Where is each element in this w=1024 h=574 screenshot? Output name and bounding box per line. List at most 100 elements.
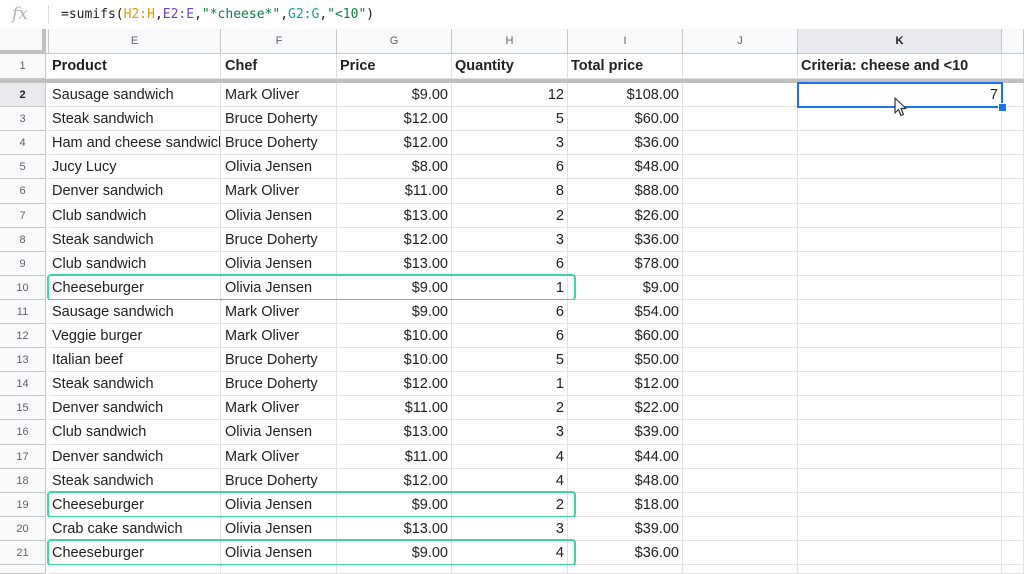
row-header-16[interactable]: 16 bbox=[0, 420, 46, 445]
cell-k[interactable] bbox=[798, 155, 1002, 179]
column-header-k[interactable]: K bbox=[798, 29, 1002, 54]
cell-total[interactable]: $88.00 bbox=[568, 179, 683, 204]
cell-k[interactable] bbox=[798, 179, 1002, 204]
row-header-13[interactable]: 13 bbox=[0, 348, 46, 372]
cell-chef[interactable]: Olivia Jensen bbox=[222, 204, 337, 228]
cell-chef[interactable]: Bruce Doherty bbox=[222, 228, 337, 252]
cell-k[interactable] bbox=[798, 372, 1002, 396]
cell-j[interactable] bbox=[683, 445, 798, 469]
header-cell-chef[interactable]: Chef bbox=[222, 54, 337, 79]
cell-qty[interactable]: 3 bbox=[452, 131, 568, 155]
header-cell-price[interactable]: Price bbox=[337, 54, 452, 79]
column-header-h[interactable]: H bbox=[452, 29, 568, 54]
cell-product[interactable]: Club sandwich bbox=[49, 420, 221, 445]
cell-total[interactable]: $54.00 bbox=[568, 300, 683, 324]
cell-price[interactable]: $13.00 bbox=[337, 204, 452, 228]
cell-chef[interactable]: Bruce Doherty bbox=[222, 348, 337, 372]
cell-total[interactable]: $48.00 bbox=[568, 469, 683, 493]
cell-k[interactable] bbox=[798, 300, 1002, 324]
row-header-19[interactable]: 19 bbox=[0, 493, 46, 517]
row-header-20[interactable]: 20 bbox=[0, 517, 46, 541]
row-header-4[interactable]: 4 bbox=[0, 131, 46, 155]
cell-j[interactable] bbox=[683, 396, 798, 420]
cell-price[interactable]: $12.00 bbox=[337, 107, 452, 131]
cell-total[interactable]: $78.00 bbox=[568, 252, 683, 276]
cell-total[interactable]: $39.00 bbox=[568, 517, 683, 541]
cell-price[interactable]: $11.00 bbox=[337, 179, 452, 204]
cell-product[interactable]: Club sandwich bbox=[49, 252, 221, 276]
cell-qty[interactable]: 3 bbox=[452, 517, 568, 541]
cell-j[interactable] bbox=[683, 83, 798, 107]
cell-chef[interactable]: Bruce Doherty bbox=[222, 131, 337, 155]
row-header-6[interactable]: 6 bbox=[0, 179, 46, 204]
cell-product[interactable]: Italian beef bbox=[49, 348, 221, 372]
cell-price[interactable]: $12.00 bbox=[337, 372, 452, 396]
cell-chef[interactable]: Olivia Jensen bbox=[222, 493, 337, 517]
row-header-1[interactable]: 1 bbox=[0, 54, 46, 79]
column-header-j[interactable]: J bbox=[683, 29, 798, 54]
cell-j[interactable] bbox=[683, 348, 798, 372]
cell-total[interactable]: $50.00 bbox=[568, 348, 683, 372]
cell-chef[interactable]: Olivia Jensen bbox=[222, 252, 337, 276]
row-header-21[interactable]: 21 bbox=[0, 541, 46, 565]
cell-product[interactable]: Veggie burger bbox=[49, 324, 221, 348]
cell-k[interactable] bbox=[798, 228, 1002, 252]
cell-j[interactable] bbox=[683, 420, 798, 445]
column-header-f[interactable]: F bbox=[222, 29, 337, 54]
cell-qty[interactable]: 12 bbox=[452, 83, 568, 107]
cell-price[interactable]: $9.00 bbox=[337, 541, 452, 565]
cell-product[interactable]: Cheeseburger bbox=[49, 276, 221, 300]
row-header-7[interactable]: 7 bbox=[0, 204, 46, 228]
cell-price[interactable]: $12.00 bbox=[337, 131, 452, 155]
cell-qty[interactable]: 5 bbox=[452, 107, 568, 131]
cell-qty[interactable]: 4 bbox=[452, 469, 568, 493]
header-cell-j[interactable] bbox=[683, 54, 798, 79]
cell-k[interactable] bbox=[798, 396, 1002, 420]
cell-price[interactable]: $9.00 bbox=[337, 83, 452, 107]
fill-handle[interactable] bbox=[998, 103, 1007, 112]
cell-k[interactable] bbox=[798, 420, 1002, 445]
row-header-10[interactable]: 10 bbox=[0, 276, 46, 300]
cell-total[interactable]: $108.00 bbox=[568, 83, 683, 107]
cell-price[interactable]: $9.00 bbox=[337, 493, 452, 517]
row-header-11[interactable]: 11 bbox=[0, 300, 46, 324]
cell-j[interactable] bbox=[683, 276, 798, 300]
cell-k[interactable] bbox=[798, 469, 1002, 493]
cell-price[interactable]: $11.00 bbox=[337, 445, 452, 469]
cell-total[interactable]: $36.00 bbox=[568, 228, 683, 252]
cell-j[interactable] bbox=[683, 493, 798, 517]
cell-qty[interactable]: 2 bbox=[452, 204, 568, 228]
cell-product[interactable]: Cheeseburger bbox=[49, 493, 221, 517]
cell-chef[interactable]: Olivia Jensen bbox=[222, 155, 337, 179]
cell-price[interactable]: $10.00 bbox=[337, 324, 452, 348]
cell-k[interactable] bbox=[798, 445, 1002, 469]
select-all-corner[interactable] bbox=[0, 29, 46, 54]
cell-qty[interactable]: 4 bbox=[452, 541, 568, 565]
cell-product[interactable]: Steak sandwich bbox=[49, 228, 221, 252]
cell-total[interactable]: $36.00 bbox=[568, 541, 683, 565]
row-header-3[interactable]: 3 bbox=[0, 107, 46, 131]
cell-qty[interactable]: 1 bbox=[452, 276, 568, 300]
header-cell-quantity[interactable]: Quantity bbox=[452, 54, 568, 79]
cell-product[interactable]: Steak sandwich bbox=[49, 107, 221, 131]
cell-product[interactable]: Denver sandwich bbox=[49, 179, 221, 204]
row-header-8[interactable]: 8 bbox=[0, 228, 46, 252]
cell-qty[interactable]: 6 bbox=[452, 324, 568, 348]
cell-product[interactable]: Crab cake sandwich bbox=[49, 517, 221, 541]
row-header-9[interactable]: 9 bbox=[0, 252, 46, 276]
cell-j[interactable] bbox=[683, 155, 798, 179]
cell-qty[interactable]: 1 bbox=[452, 372, 568, 396]
formula-input[interactable]: =sumifs(H2:H,E2:E,"*cheese*",G2:G,"<10") bbox=[61, 0, 374, 29]
cell-product[interactable]: Denver sandwich bbox=[49, 445, 221, 469]
cell-product[interactable]: Sausage sandwich bbox=[49, 300, 221, 324]
cell-chef[interactable]: Mark Oliver bbox=[222, 324, 337, 348]
row-header-15[interactable]: 15 bbox=[0, 396, 46, 420]
cell-j[interactable] bbox=[683, 324, 798, 348]
cell-chef[interactable]: Bruce Doherty bbox=[222, 372, 337, 396]
cell-qty[interactable]: 5 bbox=[452, 348, 568, 372]
cell-chef[interactable]: Olivia Jensen bbox=[222, 420, 337, 445]
row-header-17[interactable]: 17 bbox=[0, 445, 46, 469]
cell-total[interactable]: $60.00 bbox=[568, 107, 683, 131]
cell-chef[interactable]: Mark Oliver bbox=[222, 300, 337, 324]
cell-chef[interactable]: Olivia Jensen bbox=[222, 541, 337, 565]
